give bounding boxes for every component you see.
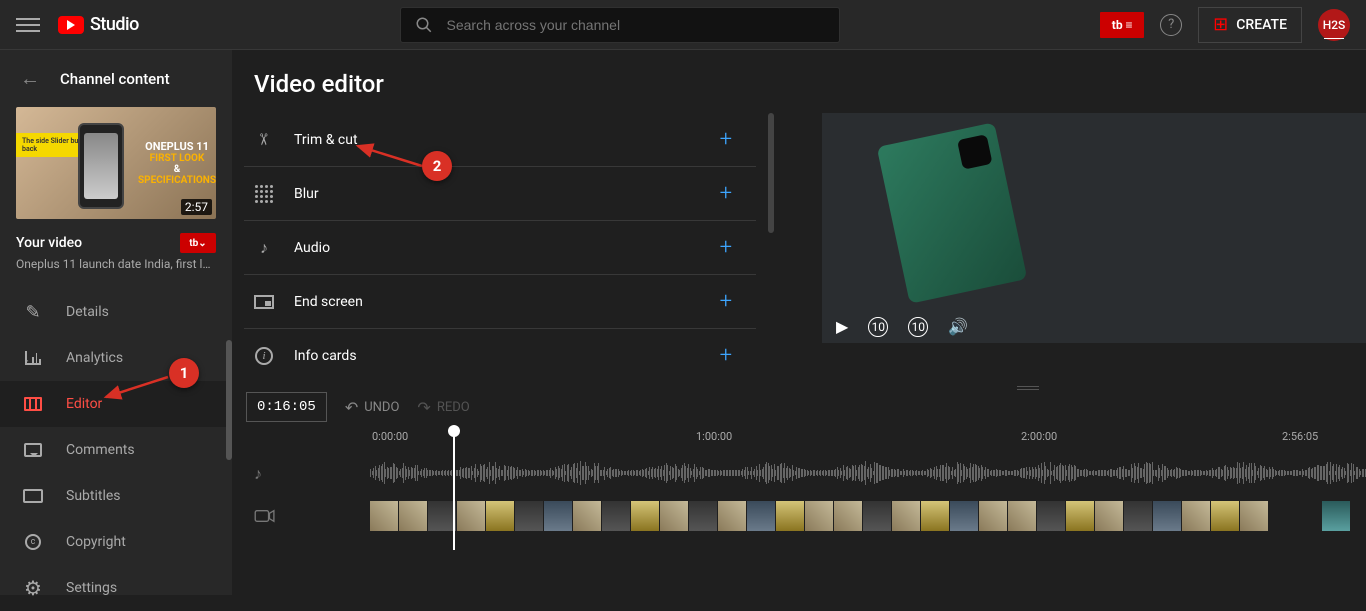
thumb-amp: & bbox=[174, 164, 181, 175]
tool-label-blur: Blur bbox=[294, 186, 319, 202]
blur-icon bbox=[254, 184, 274, 204]
preview-graphic-left bbox=[877, 122, 1028, 303]
tool-label-endscreen: End screen bbox=[294, 294, 363, 310]
info-icon: i bbox=[254, 346, 274, 366]
sidebar-title: Channel content bbox=[60, 70, 170, 88]
ruler-tick: 2:56:05 bbox=[1282, 430, 1318, 443]
thumb-phone-graphic bbox=[78, 123, 124, 209]
thumb-sub2: SPECIFICATIONS bbox=[138, 175, 216, 186]
redo-icon: ↷ bbox=[417, 398, 430, 417]
tool-info-cards[interactable]: i Info cards + bbox=[244, 329, 756, 382]
timeline-ruler[interactable]: 0:00:00 1:00:00 2:00:00 2:56:05 bbox=[246, 430, 1366, 456]
tool-end-screen[interactable]: End screen + bbox=[244, 275, 756, 329]
create-label: CREATE bbox=[1236, 17, 1287, 33]
sidebar-item-settings[interactable]: Settings bbox=[0, 565, 232, 611]
add-trim-icon[interactable]: + bbox=[720, 127, 732, 152]
annotation-marker-2: 2 bbox=[422, 151, 452, 181]
back-arrow-icon[interactable]: ← bbox=[20, 66, 40, 91]
audio-icon bbox=[254, 238, 274, 258]
scissors-icon bbox=[254, 130, 274, 150]
nav-label-details: Details bbox=[66, 304, 109, 320]
nav-label-editor: Editor bbox=[66, 396, 102, 412]
add-blur-icon[interactable]: + bbox=[720, 181, 732, 206]
timeline-section: 0:16:05 ↶ UNDO ↷ REDO 0:00:00 bbox=[232, 382, 1366, 540]
video-track-icon bbox=[246, 508, 370, 524]
topbar: Studio tb ≡ ? ⊞ CREATE H2S bbox=[0, 0, 1366, 50]
undo-button[interactable]: ↶ UNDO bbox=[345, 398, 400, 417]
sidebar-item-subtitles[interactable]: Subtitles bbox=[0, 473, 232, 519]
create-plus-icon: ⊞ bbox=[1213, 14, 1228, 35]
video-preview[interactable]: ▶ 10 10 bbox=[822, 113, 1366, 343]
video-preview-panel: ▶ 10 10 bbox=[774, 113, 1366, 382]
nav-label-analytics: Analytics bbox=[66, 350, 123, 366]
sidebar-item-copyright[interactable]: c Copyright bbox=[0, 519, 232, 565]
volume-icon[interactable] bbox=[948, 317, 968, 336]
redo-label: REDO bbox=[437, 400, 470, 415]
tool-list: Trim & cut + Blur + Audio + bbox=[232, 113, 774, 382]
video-thumbnail[interactable]: The side Slider button is back ONEPLUS 1… bbox=[16, 107, 216, 219]
caption-icon bbox=[22, 485, 44, 507]
search-input[interactable] bbox=[447, 17, 825, 33]
tool-blur[interactable]: Blur + bbox=[244, 167, 756, 221]
search-icon bbox=[415, 16, 433, 34]
thumb-title: ONEPLUS 11 bbox=[145, 140, 209, 153]
ruler-tick: 1:00:00 bbox=[696, 430, 732, 443]
studio-logo[interactable]: Studio bbox=[58, 14, 139, 35]
copyright-icon: c bbox=[22, 531, 44, 553]
nav-label-comments: Comments bbox=[66, 442, 135, 458]
tool-audio[interactable]: Audio + bbox=[244, 221, 756, 275]
current-time-display[interactable]: 0:16:05 bbox=[246, 392, 327, 422]
tubebuddy-button[interactable]: tb ≡ bbox=[1100, 12, 1144, 38]
search-box[interactable] bbox=[400, 7, 840, 43]
pencil-icon bbox=[22, 301, 44, 323]
logo-text: Studio bbox=[90, 14, 139, 35]
forward-10-icon[interactable]: 10 bbox=[908, 317, 928, 337]
tool-trim-cut[interactable]: Trim & cut + bbox=[244, 113, 756, 167]
add-audio-icon[interactable]: + bbox=[720, 235, 732, 260]
tubebuddy-badge[interactable]: tb⌄ bbox=[180, 233, 216, 253]
tool-label-info: Info cards bbox=[294, 348, 357, 364]
annotation-arrow-1 bbox=[100, 375, 180, 409]
redo-button[interactable]: ↷ REDO bbox=[417, 398, 469, 417]
video-track[interactable] bbox=[246, 498, 1366, 534]
undo-icon: ↶ bbox=[345, 398, 358, 417]
video-description: Oneplus 11 launch date India, first lo..… bbox=[16, 257, 216, 271]
youtube-icon bbox=[58, 16, 84, 34]
tool-label-trim: Trim & cut bbox=[294, 132, 358, 148]
playhead[interactable] bbox=[453, 430, 455, 550]
annotation-marker-1: 1 bbox=[169, 358, 199, 388]
channel-avatar[interactable]: H2S bbox=[1318, 9, 1350, 41]
ruler-tick: 2:00:00 bbox=[1021, 430, 1057, 443]
undo-label: UNDO bbox=[364, 400, 399, 415]
nav-label-settings: Settings bbox=[66, 580, 117, 596]
page-title: Video editor bbox=[254, 70, 384, 98]
help-icon[interactable]: ? bbox=[1160, 14, 1182, 36]
add-info-icon[interactable]: + bbox=[720, 343, 732, 368]
nav-label-copyright: Copyright bbox=[66, 534, 126, 550]
drag-handle-icon[interactable] bbox=[1017, 386, 1039, 390]
nav-label-subtitles: Subtitles bbox=[66, 488, 121, 504]
endscreen-icon bbox=[254, 292, 274, 312]
audio-track[interactable]: ♪ bbox=[246, 456, 1366, 492]
comment-icon bbox=[22, 439, 44, 461]
menu-button[interactable] bbox=[16, 13, 40, 37]
play-icon[interactable]: ▶ bbox=[836, 317, 848, 336]
sidebar-item-comments[interactable]: Comments bbox=[0, 427, 232, 473]
tool-label-audio: Audio bbox=[294, 240, 330, 256]
thumb-sub1: FIRST LOOK bbox=[150, 153, 205, 164]
annotation-arrow-2 bbox=[352, 142, 432, 176]
gear-icon bbox=[22, 577, 44, 599]
create-button[interactable]: ⊞ CREATE bbox=[1198, 7, 1302, 43]
sidebar: ← Channel content The side Slider button… bbox=[0, 50, 232, 595]
add-endscreen-icon[interactable]: + bbox=[720, 289, 732, 314]
ruler-tick: 0:00:00 bbox=[372, 430, 408, 443]
sidebar-item-details[interactable]: Details bbox=[0, 289, 232, 335]
film-icon bbox=[22, 393, 44, 415]
rewind-10-icon[interactable]: 10 bbox=[868, 317, 888, 337]
tool-scrollbar[interactable] bbox=[768, 113, 774, 233]
audio-track-icon: ♪ bbox=[246, 464, 370, 484]
video-title: Your video bbox=[16, 235, 82, 251]
chart-icon bbox=[22, 347, 44, 369]
thumb-duration: 2:57 bbox=[181, 199, 212, 215]
